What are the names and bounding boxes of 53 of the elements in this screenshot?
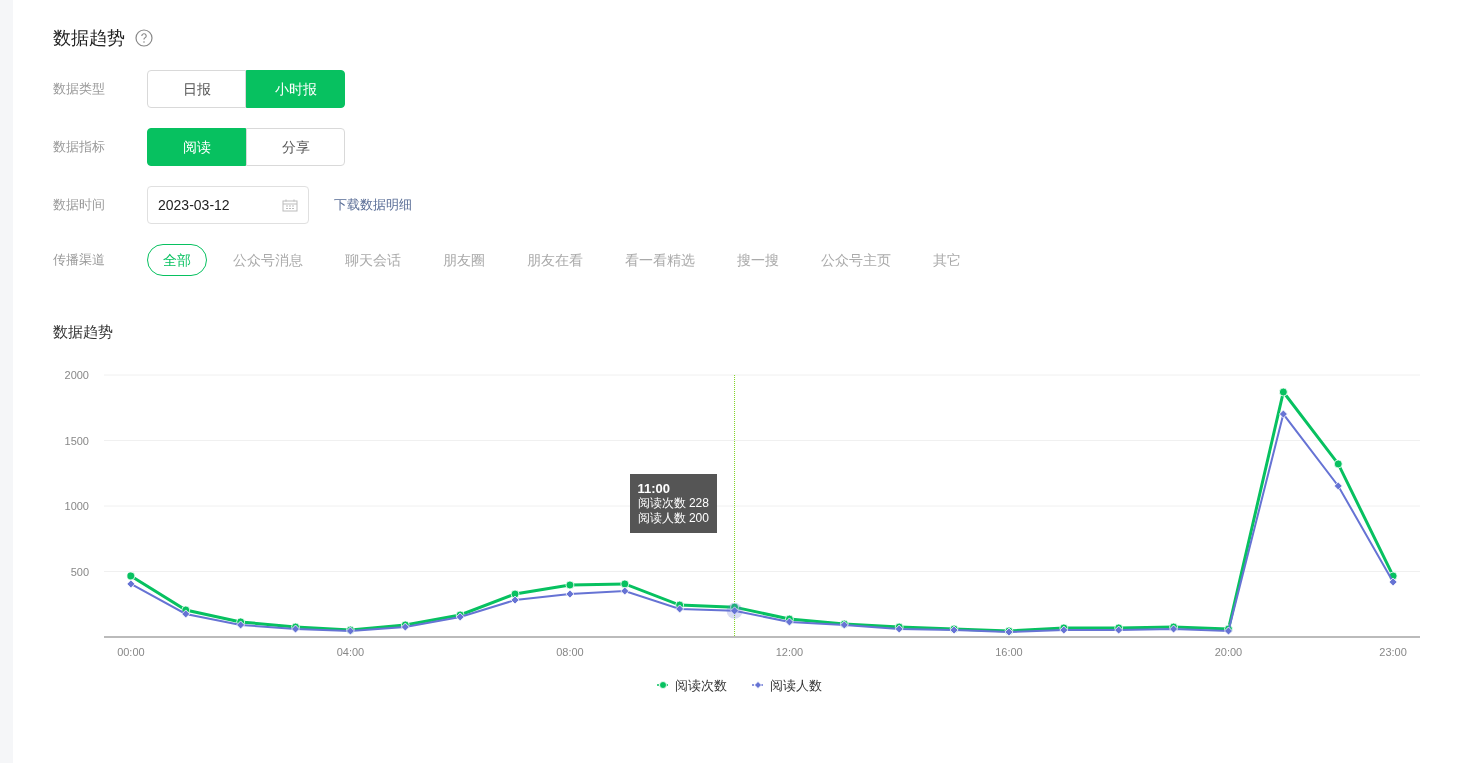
point: [510, 595, 520, 604]
y-axis-label: 500: [70, 565, 89, 577]
filter-label: 传播渠道: [53, 251, 106, 270]
point: [675, 604, 685, 613]
channel-chip[interactable]: 搜一搜: [721, 244, 795, 276]
channel-chip[interactable]: 朋友圈: [427, 244, 501, 276]
chart-title: 数据趋势: [53, 322, 113, 342]
point: [620, 586, 630, 595]
x-axis-label: 12:00: [775, 645, 804, 658]
legend-label: 阅读次数: [675, 677, 727, 693]
help-icon[interactable]: [135, 29, 153, 47]
point: [620, 579, 630, 588]
x-axis-label: 23:00: [1379, 645, 1407, 658]
point: [1278, 409, 1288, 418]
x-axis-label: 08:00: [556, 645, 584, 658]
filter-label: 数据时间: [53, 196, 106, 215]
y-axis-label: 1000: [64, 499, 89, 512]
channel-chip[interactable]: 公众号主页: [805, 244, 907, 276]
legend-label: 阅读人数: [770, 677, 822, 693]
point: [565, 589, 575, 598]
channel-chip[interactable]: 看一看精选: [609, 244, 711, 276]
channel-chip[interactable]: 朋友在看: [511, 244, 599, 276]
x-axis-label: 20:00: [1214, 645, 1243, 658]
x-axis-label: 04:00: [336, 645, 365, 658]
point: [565, 580, 575, 589]
channel-chip[interactable]: 聊天会话: [329, 244, 417, 276]
calendar-icon: [282, 198, 298, 212]
segment-button[interactable]: 分享: [246, 128, 345, 166]
date-field[interactable]: 2023-03-12: [147, 186, 309, 224]
chart-tooltip: 11:00 阅读次数 228 阅读人数 200: [629, 473, 717, 533]
y-axis-label: 2000: [64, 368, 89, 381]
point: [1278, 387, 1288, 396]
point: [1388, 577, 1398, 586]
point: [126, 571, 136, 580]
segment-button[interactable]: 阅读: [147, 128, 246, 166]
channel-chip[interactable]: 其它: [917, 244, 977, 276]
point: [1333, 459, 1343, 468]
point: [1333, 481, 1343, 490]
segment-button[interactable]: 日报: [147, 70, 246, 108]
filter-label: 数据指标: [53, 138, 106, 157]
legend-marker-icon: [751, 680, 765, 689]
section-title: 数据趋势: [53, 26, 125, 50]
y-axis-label: 1500: [64, 434, 89, 446]
channel-chip[interactable]: 公众号消息: [217, 244, 319, 276]
x-axis-label: 16:00: [995, 645, 1023, 658]
segment-button[interactable]: 小时报: [246, 70, 345, 108]
point: [126, 579, 136, 588]
point: [181, 609, 191, 618]
download-link[interactable]: 下载数据明细: [334, 195, 412, 215]
filter-label: 数据类型: [53, 80, 106, 99]
legend-marker-icon: [656, 680, 670, 689]
hover-marker: [726, 602, 743, 619]
x-axis-label: 00:00: [117, 645, 145, 658]
